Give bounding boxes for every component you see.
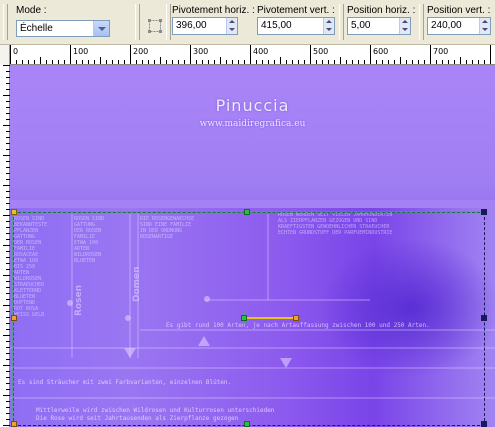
spin-up-icon[interactable]	[226, 18, 237, 26]
position-horiz-label: Position horiz. :	[347, 5, 416, 16]
pivot-vert-value: 415,00	[261, 20, 292, 31]
transform-handles	[12, 211, 482, 426]
position-horiz-value: 5,00	[351, 20, 371, 31]
ruler-label: 0	[13, 47, 19, 56]
background-layer: Pinuccia www.maidiregrafica.eu	[10, 65, 495, 200]
ruler-left[interactable]	[0, 65, 10, 427]
spin-up-icon[interactable]	[479, 18, 490, 26]
toolbar-grip[interactable]	[135, 4, 140, 40]
corner-handle[interactable]	[11, 209, 17, 215]
left-middle-handle[interactable]	[11, 315, 17, 321]
pivot-handle[interactable]	[241, 315, 247, 321]
pivot-vert-input[interactable]: 415,00	[257, 17, 335, 35]
spin-up-icon[interactable]	[399, 18, 410, 26]
mode-label: Mode :	[16, 5, 47, 16]
spin-up-icon[interactable]	[323, 18, 334, 26]
toolbar-grip[interactable]	[3, 4, 8, 40]
position-horiz-input[interactable]: 5,00	[347, 17, 411, 35]
pivot-vert-label: Pivotement vert. :	[257, 5, 335, 16]
pick-tool-handle-icon[interactable]	[147, 18, 163, 34]
position-vert-value: 240,00	[431, 20, 462, 31]
position-vert-label: Position vert. :	[427, 5, 491, 16]
right-middle-handle[interactable]	[481, 315, 487, 321]
ruler-label: 200	[133, 47, 149, 56]
spin-down-icon[interactable]	[479, 26, 490, 34]
pivot-horiz-value: 396,00	[176, 20, 207, 31]
ruler-label: 700	[433, 47, 449, 56]
watermark-url: www.maidiregrafica.eu	[199, 119, 306, 129]
pivot-horiz-input[interactable]: 396,00	[172, 17, 238, 35]
mode-select[interactable]: Échelle	[16, 20, 110, 37]
toolbar-grip[interactable]	[419, 4, 424, 40]
selected-layer[interactable]: ROSEN SIND BEKANNTESTE PFLANZEN GATTUNG …	[10, 208, 495, 427]
ruler-label: 600	[373, 47, 389, 56]
chevron-down-icon[interactable]	[93, 21, 109, 36]
position-vert-input[interactable]: 240,00	[427, 17, 491, 35]
tool-options-bar: Mode : Échelle Pivotement horiz. : 396,0…	[0, 0, 495, 45]
ruler-left-ticks	[3, 65, 10, 426]
corner-handle[interactable]	[481, 421, 487, 427]
ruler-corner	[0, 45, 10, 65]
corner-handle[interactable]	[11, 421, 17, 427]
bottom-middle-handle[interactable]	[244, 421, 250, 427]
ruler-label: 300	[193, 47, 209, 56]
ruler-top[interactable]: 0 100 200 300 400 500 600 700	[10, 45, 495, 65]
ruler-label: 100	[73, 47, 89, 56]
watermark-title: Pinuccia	[215, 96, 290, 115]
spin-down-icon[interactable]	[226, 26, 237, 34]
spin-down-icon[interactable]	[399, 26, 410, 34]
pivot-horiz-label: Pivotement horiz. :	[172, 5, 255, 16]
rotation-handle[interactable]	[293, 315, 299, 321]
ruler-label: 500	[313, 47, 329, 56]
ruler-label: 400	[253, 47, 269, 56]
toolbar-grip[interactable]	[339, 4, 344, 40]
toolbar-grip[interactable]	[166, 4, 171, 40]
corner-handle[interactable]	[481, 209, 487, 215]
image-canvas[interactable]: Pinuccia www.maidiregrafica.eu ROSEN SIN…	[10, 65, 495, 427]
spin-down-icon[interactable]	[323, 26, 334, 34]
mode-value: Échelle	[20, 23, 53, 34]
top-middle-handle[interactable]	[244, 209, 250, 215]
